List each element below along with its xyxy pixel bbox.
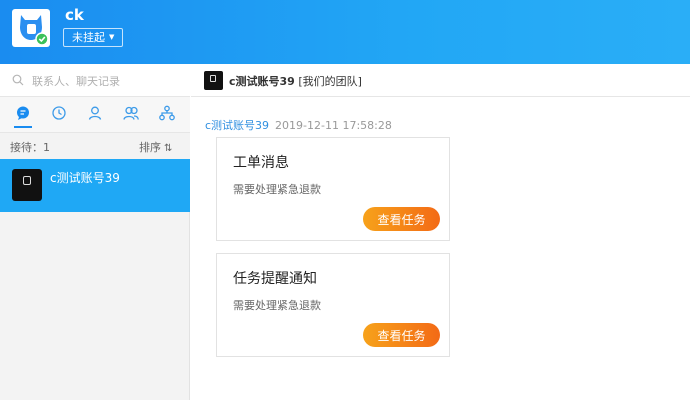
app-header: ck 未挂起 ▼ xyxy=(0,0,690,64)
card-title: 工单消息 xyxy=(233,155,289,171)
search-input[interactable] xyxy=(32,71,182,91)
clock-icon xyxy=(52,106,66,120)
card-description: 需要处理紧急退款 xyxy=(233,299,321,312)
user-icon xyxy=(88,106,102,120)
sort-button[interactable]: 排序 ⇅ xyxy=(139,139,172,155)
chat-contact-name: c测试账号39 xyxy=(229,75,295,88)
task-card: 任务提醒通知 需要处理紧急退款 查看任务 xyxy=(216,253,450,357)
cat-logo-icon xyxy=(20,15,49,46)
search-icon xyxy=(12,74,24,86)
status-label: 未挂起 xyxy=(72,31,105,44)
tab-history[interactable] xyxy=(48,102,70,128)
tab-conversations[interactable] xyxy=(12,102,34,128)
message-sender[interactable]: c测试账号39 xyxy=(205,119,269,132)
chat-title: c测试账号39 [我们的团队] xyxy=(229,73,362,89)
queue-bar: 接待：1 排序 ⇅ xyxy=(0,133,190,159)
sort-arrows-icon: ⇅ xyxy=(164,143,173,154)
device-icon xyxy=(23,176,31,185)
tab-contacts[interactable] xyxy=(84,102,106,128)
contact-name: c测试账号39 xyxy=(50,171,120,185)
contact-avatar xyxy=(12,169,42,201)
users-icon xyxy=(123,106,139,120)
caret-down-icon: ▼ xyxy=(109,33,115,41)
user-avatar[interactable] xyxy=(12,9,50,47)
contact-list-item[interactable]: c测试账号39 xyxy=(0,159,190,212)
chat-avatar xyxy=(204,71,223,90)
task-card: 工单消息 需要处理紧急退款 查看任务 xyxy=(216,137,450,241)
tab-organization[interactable] xyxy=(156,102,178,128)
active-tab-indicator xyxy=(14,126,32,128)
card-title: 任务提醒通知 xyxy=(233,271,317,287)
chat-messages: c测试账号39 2019-12-11 17:58:28 工单消息 需要处理紧急退款… xyxy=(191,97,690,400)
sidebar-tabs xyxy=(0,97,190,133)
card-description: 需要处理紧急退款 xyxy=(233,183,321,196)
tab-groups[interactable] xyxy=(120,102,142,128)
chat-team: [我们的团队] xyxy=(298,75,362,88)
chat-header: c测试账号39 [我们的团队] xyxy=(191,64,690,97)
org-tree-icon xyxy=(159,105,175,121)
search-bar xyxy=(0,64,190,97)
username: ck xyxy=(65,6,84,24)
view-task-button[interactable]: 查看任务 xyxy=(363,207,440,231)
message-time: 2019-12-11 17:58:28 xyxy=(275,119,392,132)
message-meta: c测试账号39 2019-12-11 17:58:28 xyxy=(205,117,392,133)
status-dropdown[interactable]: 未挂起 ▼ xyxy=(63,28,124,47)
view-task-button[interactable]: 查看任务 xyxy=(363,323,440,347)
queue-count-label: 接待：1 xyxy=(10,141,50,154)
device-icon xyxy=(210,75,216,82)
chat-bubble-icon xyxy=(17,106,29,120)
sidebar: 接待：1 排序⇅ c测试账号39 xyxy=(0,64,190,400)
sort-label: 排序 xyxy=(139,141,161,154)
